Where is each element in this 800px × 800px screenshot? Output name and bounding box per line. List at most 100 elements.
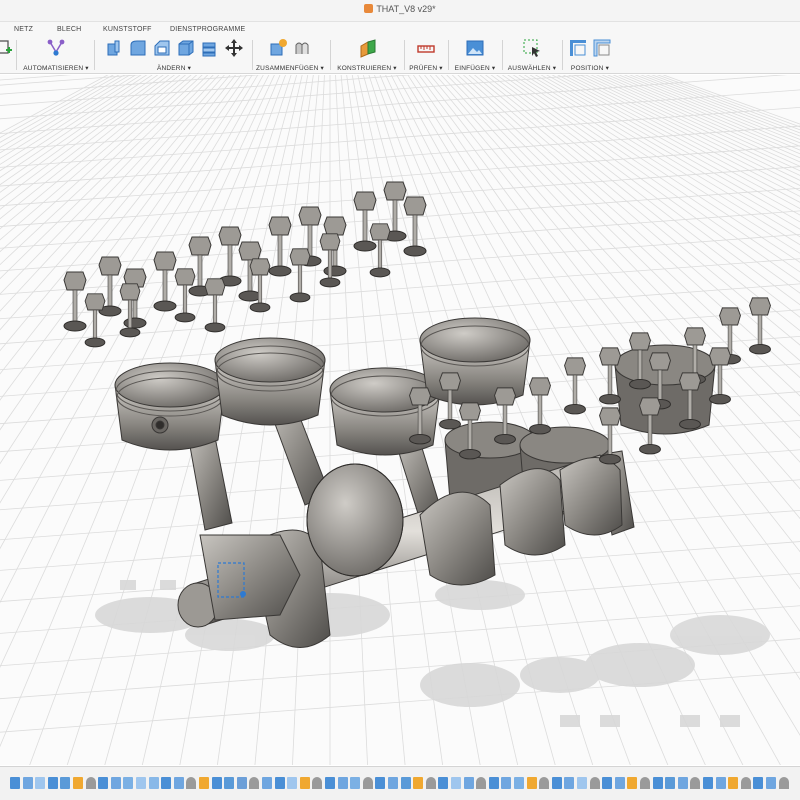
tab-dienstprogramme[interactable]: DIENSTPROGRAMME (170, 26, 245, 33)
timeline-revolve-icon[interactable] (224, 777, 235, 789)
automatisieren-group: AUTOMATISIEREN ▾ (22, 38, 90, 74)
timeline-pattern-icon[interactable] (123, 777, 134, 789)
shell-icon[interactable] (176, 38, 196, 58)
timeline-extrude-icon[interactable] (677, 777, 688, 789)
einfuegen-menu[interactable]: EINFÜGEN ▾ (452, 64, 498, 72)
timeline-extrude-icon[interactable] (715, 777, 726, 789)
timeline-extrude-icon[interactable] (766, 777, 776, 789)
chamfer-icon[interactable] (152, 38, 172, 58)
tab-kunststoff[interactable]: KUNSTSTOFF (103, 26, 152, 33)
timeline-component-icon[interactable] (728, 777, 739, 789)
timeline-fillet-icon[interactable] (136, 777, 146, 789)
timeline-joint-icon[interactable] (740, 777, 751, 789)
timeline-extrude-icon[interactable] (388, 777, 398, 789)
timeline-sketch-icon[interactable] (602, 777, 613, 789)
press-pull-icon[interactable] (104, 38, 124, 58)
timeline-sketch-icon[interactable] (703, 777, 713, 789)
timeline-joint-icon[interactable] (312, 777, 323, 789)
timeline-sketch-icon[interactable] (161, 777, 172, 789)
create-sketch-icon[interactable] (0, 38, 14, 58)
revert-position-icon[interactable] (592, 38, 612, 58)
canvas-viewport[interactable] (0, 75, 800, 765)
timeline-extrude-icon[interactable] (463, 777, 474, 789)
move-copy-icon[interactable] (224, 38, 244, 58)
separator (448, 40, 449, 70)
timeline-sketch-icon[interactable] (551, 777, 562, 789)
timeline-mirror-icon[interactable] (236, 777, 247, 789)
timeline-extrude-icon[interactable] (22, 777, 33, 789)
timeline-sketch-icon[interactable] (10, 777, 20, 789)
zusammenfuegen-group: ZUSAMMENFÜGEN ▾ (256, 38, 324, 74)
timeline-sketch-icon[interactable] (274, 777, 285, 789)
engine-model-view[interactable] (0, 75, 800, 765)
capture-position-icon[interactable] (568, 38, 588, 58)
automatisieren-menu[interactable]: AUTOMATISIEREN ▾ (22, 64, 90, 72)
position-menu[interactable]: POSITION ▾ (564, 64, 616, 72)
timeline-component-icon[interactable] (73, 777, 83, 789)
automate-icon[interactable] (46, 38, 66, 58)
separator (502, 40, 503, 70)
timeline-joint-icon[interactable] (85, 777, 96, 789)
timeline-joint-icon[interactable] (476, 777, 487, 789)
timeline-joint-icon[interactable] (186, 777, 197, 789)
timeline-extrude-icon[interactable] (614, 777, 625, 789)
tab-blech[interactable]: BLECH (57, 26, 81, 33)
joint-icon[interactable] (292, 38, 312, 58)
timeline-pattern-icon[interactable] (514, 777, 524, 789)
aendern-menu[interactable]: ÄNDERN ▾ (100, 64, 248, 72)
timeline-extrude-icon[interactable] (173, 777, 184, 789)
timeline-extrude-icon[interactable] (337, 777, 348, 789)
timeline-component-icon[interactable] (199, 777, 209, 789)
timeline-sketch-icon[interactable] (438, 777, 449, 789)
timeline-joint-icon[interactable] (640, 777, 650, 789)
timeline-fillet-icon[interactable] (287, 777, 298, 789)
pruefen-menu[interactable]: PRÜFEN ▾ (406, 64, 446, 72)
timeline-extrude-icon[interactable] (501, 777, 512, 789)
new-component-icon[interactable] (268, 38, 288, 58)
timeline-joint-icon[interactable] (589, 777, 600, 789)
timeline-joint-icon[interactable] (539, 777, 550, 789)
timeline-revolve-icon[interactable] (60, 777, 71, 789)
auswaehlen-menu[interactable]: AUSWÄHLEN ▾ (506, 64, 558, 72)
konstruieren-menu[interactable]: KONSTRUIEREN ▾ (334, 64, 400, 72)
timeline-component-icon[interactable] (526, 777, 537, 789)
measure-icon[interactable] (416, 38, 436, 58)
timeline-joint-icon[interactable] (249, 777, 260, 789)
insert-image-icon[interactable] (465, 38, 485, 58)
fillet-icon[interactable] (128, 38, 148, 58)
timeline-extrude-icon[interactable] (564, 777, 575, 789)
timeline-joint-icon[interactable] (362, 777, 373, 789)
timeline-sketch-icon[interactable] (211, 777, 222, 789)
combine-icon[interactable] (200, 38, 220, 58)
timeline-pattern-icon[interactable] (350, 777, 361, 789)
valve-assembly (84, 293, 106, 348)
timeline-sketch-icon[interactable] (375, 777, 386, 789)
crankshaft (177, 454, 623, 648)
timeline-sketch-icon[interactable] (753, 777, 764, 789)
timeline-revolve-icon[interactable] (400, 777, 411, 789)
create-sketch-group (0, 38, 14, 74)
tab-netz[interactable]: NETZ (14, 26, 33, 33)
timeline-fillet-icon[interactable] (35, 777, 46, 789)
timeline-component-icon[interactable] (299, 777, 310, 789)
timeline-extrude-icon[interactable] (262, 777, 272, 789)
timeline-joint-icon[interactable] (690, 777, 701, 789)
zusammenfuegen-menu[interactable]: ZUSAMMENFÜGEN ▾ (256, 64, 324, 72)
timeline-component-icon[interactable] (413, 777, 424, 789)
timeline-component-icon[interactable] (627, 777, 638, 789)
timeline-extrude-icon[interactable] (110, 777, 121, 789)
timeline-sketch-icon[interactable] (488, 777, 499, 789)
timeline-fillet-icon[interactable] (451, 777, 461, 789)
separator (330, 40, 331, 70)
timeline-joint-icon[interactable] (425, 777, 436, 789)
timeline-fillet-icon[interactable] (577, 777, 587, 789)
offset-plane-icon[interactable] (358, 38, 378, 58)
timeline-sketch-icon[interactable] (98, 777, 109, 789)
timeline-sketch-icon[interactable] (47, 777, 58, 789)
timeline-joint-icon[interactable] (778, 777, 789, 789)
timeline-sketch-icon[interactable] (325, 777, 335, 789)
timeline-chamfer-icon[interactable] (148, 777, 159, 789)
timeline-revolve-icon[interactable] (665, 777, 676, 789)
timeline-sketch-icon[interactable] (652, 777, 663, 789)
select-icon[interactable] (522, 38, 542, 58)
